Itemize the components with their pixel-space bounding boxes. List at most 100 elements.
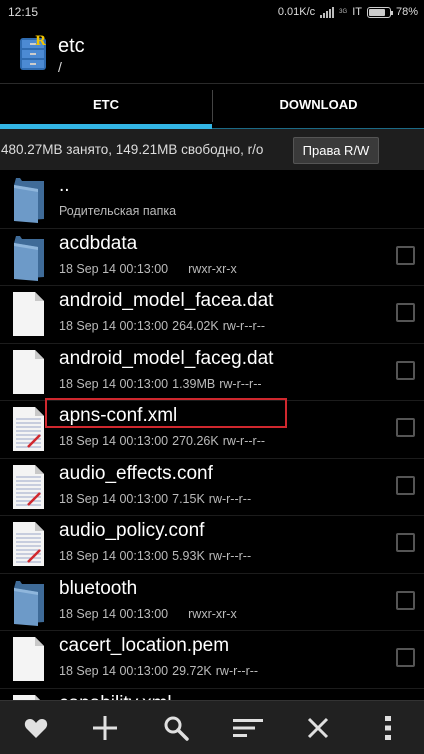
select-checkbox[interactable] (396, 360, 415, 380)
file-name: audio_effects.conf (59, 462, 213, 484)
file-name: cacert_location.pem (59, 635, 230, 656)
search-button[interactable] (146, 701, 206, 754)
text-file-icon (10, 693, 46, 700)
tab-etc[interactable]: ETC (0, 84, 212, 124)
file-date: 18 Sep 14 00:13:00 (59, 434, 169, 448)
file-name: bluetooth (59, 577, 138, 599)
file-icon (10, 348, 46, 396)
sort-button[interactable] (218, 701, 278, 754)
file-icon (10, 635, 46, 683)
file-meta: Родительская папка (59, 204, 176, 218)
storage-info-bar: 480.27MB занято, 149.21MB свободно, r/o … (0, 129, 424, 171)
file-icon (10, 290, 46, 338)
file-name: acdbdata (59, 232, 138, 254)
tab-download[interactable]: DOWNLOAD (213, 84, 424, 124)
select-checkbox[interactable] (396, 245, 415, 265)
folder-icon (10, 578, 46, 626)
file-meta: 18 Sep 14 00:13:00 1.39MB rw-r--r-- (59, 377, 262, 391)
network-type: 3G (339, 9, 348, 15)
file-date: 18 Sep 14 00:13:00 (59, 549, 169, 563)
search-icon (164, 716, 189, 741)
battery-percent: 78% (395, 6, 418, 18)
text-file-icon (10, 520, 46, 568)
file-size: 5.93K (172, 549, 205, 563)
file-size: 270.26K (172, 434, 219, 448)
new-item-button[interactable] (75, 701, 135, 754)
status-indicators: 0.01K/c 3G IT 78% (278, 3, 418, 21)
file-row[interactable]: cacert_location.pem 18 Sep 14 00:13:00 29.… (0, 631, 424, 689)
file-row[interactable]: audio_policy.conf 18 Sep 14 00:13:00 5.93K… (0, 516, 424, 574)
file-date: 18 Sep 14 00:13:00 (59, 376, 169, 391)
network-speed: 0.01K/c (277, 6, 316, 18)
file-row[interactable]: android_model_facea.dat 18 Sep 14 00:13:0… (0, 286, 424, 344)
file-meta: 18 Sep 14 00:13:00 270.26K rw-r--r-- (59, 434, 265, 448)
file-date: 18 Sep 14 00:13:00 (59, 491, 169, 506)
favorites-button[interactable] (6, 701, 66, 754)
file-permissions: rw-r--r-- (208, 549, 252, 563)
file-date: 18 Sep 14 00:13:00 (59, 261, 169, 276)
file-list[interactable]: .. Родительская папка acdbdata 18 Sep 14 00… (0, 171, 424, 700)
root-explorer-app-icon[interactable]: R (18, 34, 48, 72)
file-meta: 18 Sep 14 00:13:00 7.15K rw-r--r-- (59, 492, 251, 506)
select-checkbox[interactable] (396, 533, 415, 552)
file-size: 1.39MB (172, 376, 216, 391)
file-date: 18 Sep 14 00:13:00 (59, 319, 169, 333)
file-name: android_model_faceg.dat (59, 347, 274, 369)
file-row[interactable]: .. Родительская папка (0, 171, 424, 229)
file-row[interactable]: bluetooth 18 Sep 14 00:13:00 rwxr-xr-x (0, 574, 424, 631)
overflow-menu-button[interactable] (358, 701, 418, 754)
more-vert-icon (385, 716, 391, 740)
select-checkbox[interactable] (396, 590, 415, 610)
file-permissions: rwxr-xr-x (188, 261, 237, 276)
file-permissions: rw-r--r-- (208, 491, 252, 506)
file-permissions: rw-r--r-- (219, 376, 262, 391)
file-meta: 18 Sep 14 00:13:00 rwxr-xr-x (59, 262, 237, 276)
file-size: 29.72K (172, 664, 212, 678)
sort-icon (233, 719, 263, 737)
file-row[interactable]: android_model_faceg.dat 18 Sep 14 00:13:0… (0, 344, 424, 401)
select-checkbox[interactable] (396, 475, 415, 495)
file-meta: 18 Sep 14 00:13:00 29.72K rw-r--r-- (59, 664, 258, 678)
file-row[interactable]: audio_effects.conf 18 Sep 14 00:13:00 7.15… (0, 459, 424, 516)
file-row[interactable]: acdbdata 18 Sep 14 00:13:00 rwxr-xr-x (0, 229, 424, 286)
file-name: audio_policy.conf (59, 520, 205, 541)
select-checkbox[interactable] (396, 648, 415, 667)
carrier-label: IT (352, 6, 362, 18)
title-bar: R etc / (0, 25, 424, 83)
mount-rw-button[interactable]: Права R/W (293, 137, 379, 164)
tab-bar: ETC DOWNLOAD (0, 83, 424, 130)
file-size: 264.02K (172, 319, 219, 333)
file-permissions: rw-r--r-- (222, 434, 266, 448)
highlight-box (45, 398, 287, 428)
storage-info-text: 480.27MB занято, 149.21MB свободно, r/o (1, 142, 264, 157)
battery-icon (366, 6, 393, 18)
file-meta: 18 Sep 14 00:13:00 5.93K rw-r--r-- (59, 549, 251, 563)
close-icon (307, 717, 329, 739)
file-date: Родительская папка (59, 204, 177, 218)
file-permissions: rw-r--r-- (215, 664, 259, 678)
folder-icon (10, 233, 46, 281)
select-checkbox[interactable] (396, 418, 415, 437)
signal-icon (320, 6, 335, 18)
plus-icon (93, 716, 117, 740)
file-name: android_model_facea.dat (59, 290, 274, 311)
close-button[interactable] (288, 701, 348, 754)
file-date: 18 Sep 14 00:13:00 (59, 664, 169, 678)
heart-icon (24, 719, 48, 738)
file-name: .. (59, 175, 70, 196)
file-permissions: rw-r--r-- (222, 319, 266, 333)
page-title: etc (58, 35, 85, 57)
select-checkbox[interactable] (396, 303, 415, 322)
text-file-icon (10, 463, 46, 511)
file-permissions: rwxr-xr-x (188, 606, 237, 621)
folder-icon (10, 175, 46, 223)
svg-text:R: R (35, 34, 46, 49)
status-time: 12:15 (8, 5, 39, 19)
file-date: 18 Sep 14 00:13:00 (59, 606, 169, 621)
status-bar: 12:15 0.01K/c 3G IT 78% (0, 0, 424, 25)
current-path: / (58, 59, 62, 75)
file-name: capability.xml (59, 693, 172, 701)
file-row[interactable]: capability.xml (0, 689, 424, 701)
bottom-toolbar (0, 700, 424, 754)
file-meta: 18 Sep 14 00:13:00 264.02K rw-r--r-- (59, 319, 265, 333)
